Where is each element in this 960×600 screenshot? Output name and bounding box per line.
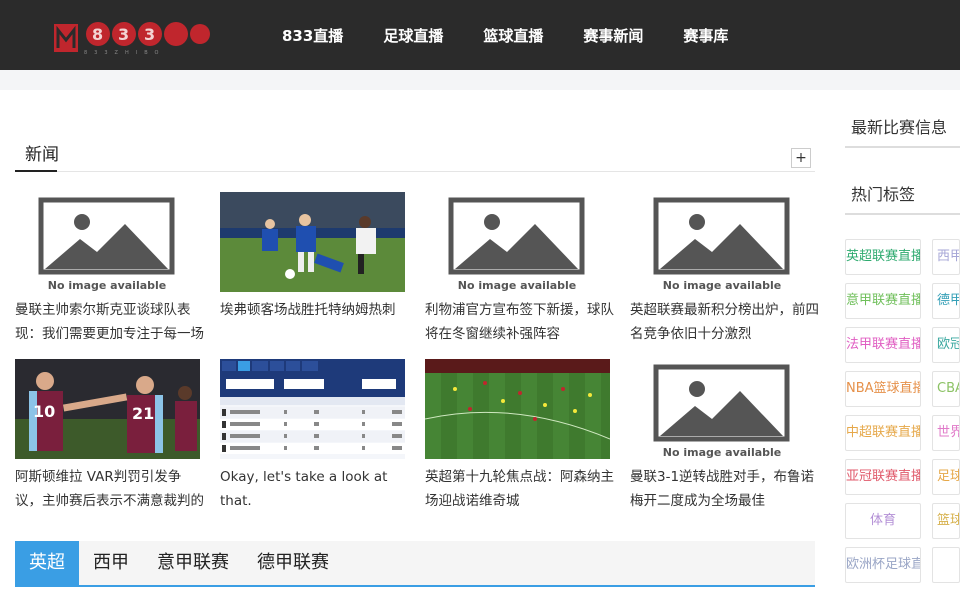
svg-text:833ZHIBO: 833ZHIBO (84, 50, 165, 56)
tab-premier-league[interactable]: 英超 (15, 541, 79, 585)
nav-home[interactable]: 833直播 (282, 25, 343, 46)
news-card[interactable]: No image available 英超联赛最新积分榜出炉，前四名竞争依旧十分激… (630, 192, 820, 346)
sidebar-latest-title: 最新比赛信息 (851, 118, 948, 137)
no-image-placeholder[interactable]: No image available (15, 192, 200, 292)
tab-la-liga[interactable]: 西甲 (79, 541, 143, 585)
news-card-title[interactable]: 曼联3-1逆转战胜对手，布鲁诺梅开二度成为全场最佳 (630, 465, 820, 513)
news-card-title[interactable]: 阿斯顿维拉 VAR判罚引发争议，主帅赛后表示不满意裁判的决定 (15, 465, 205, 513)
tab-bundesliga[interactable]: 德甲联赛 (243, 541, 343, 585)
sidebar-tag[interactable]: 西甲联赛直播 (932, 239, 960, 275)
sidebar-tag[interactable]: NBA篮球直播在线 (845, 371, 921, 407)
news-card-title[interactable]: 利物浦官方宣布签下新援，球队将在冬窗继续补强阵容 (425, 298, 615, 346)
news-card[interactable]: 埃弗顿客场战胜托特纳姆热刺 (220, 192, 410, 346)
header-strip (0, 70, 960, 90)
news-card[interactable]: 英超第十九轮焦点战：阿森纳主场迎战诺维奇城 (425, 359, 615, 513)
section-title: 新闻 (25, 145, 59, 165)
news-section-header: 新闻 + (15, 138, 815, 172)
tab-serie-a[interactable]: 意甲联赛 (143, 541, 243, 585)
svg-text:8: 8 (92, 25, 103, 44)
sidebar-tag[interactable]: 世界杯 (932, 415, 960, 451)
sidebar-tag[interactable]: 足球直播 (932, 459, 960, 495)
news-card-title[interactable]: 英超联赛最新积分榜出炉，前四名竞争依旧十分激烈 (630, 298, 820, 346)
news-card-title[interactable]: 曼联主帅索尔斯克亚谈球队表现：我们需要更加专注于每一场比赛的细节 (15, 298, 205, 346)
no-image-label: No image available (458, 279, 577, 292)
sidebar-tag[interactable]: 体育 (845, 503, 921, 539)
sidebar-tag[interactable]: 意甲联赛直播在线 (845, 283, 921, 319)
sidebar-tag[interactable]: CBA直播 (932, 371, 960, 407)
nav-event-library[interactable]: 赛事库 (683, 25, 728, 46)
section-title-underline (15, 170, 57, 172)
svg-text:10: 10 (33, 402, 55, 421)
sidebar-tag[interactable]: 亚冠联赛直播在线 (845, 459, 921, 495)
site-header: 8 3 3 833ZHIBO 833直播 足球直播 篮球直播 赛事新闻 赛事库 (0, 0, 960, 70)
no-image-placeholder[interactable]: No image available (630, 359, 815, 459)
sidebar-tag[interactable]: 欧冠直播 (932, 327, 960, 363)
sidebar-tags-title: 热门标签 (851, 185, 916, 204)
news-card-title[interactable]: 埃弗顿客场战胜托特纳姆热刺 (220, 298, 410, 346)
news-card[interactable]: 10 21 阿斯顿维拉 VAR判罚引发争议，主帅赛后表示不满意裁判的决定 (15, 359, 205, 513)
nav-football-live[interactable]: 足球直播 (383, 25, 443, 46)
news-thumbnail[interactable] (220, 359, 405, 459)
svg-text:3: 3 (144, 25, 155, 44)
news-thumbnail[interactable]: 10 21 (15, 359, 200, 459)
nav-news[interactable]: 赛事新闻 (583, 25, 643, 46)
sidebar-tag[interactable]: 篮球 (932, 503, 960, 539)
no-image-placeholder[interactable]: No image available (425, 192, 610, 292)
news-card[interactable]: No image available 利物浦官方宣布签下新援，球队将在冬窗继续补强… (425, 192, 615, 346)
no-image-placeholder[interactable]: No image available (630, 192, 815, 292)
site-logo[interactable]: 8 3 3 833ZHIBO (54, 18, 210, 56)
sidebar-latest-matches: 最新比赛信息 (845, 108, 960, 148)
news-card-title[interactable]: 英超第十九轮焦点战：阿森纳主场迎战诺维奇城 (425, 465, 615, 513)
no-image-label: No image available (663, 446, 782, 459)
news-card[interactable]: Okay, let's take a look at that. (220, 359, 410, 513)
sidebar-tag[interactable] (932, 547, 960, 583)
svg-text:21: 21 (132, 404, 154, 423)
sidebar-tag[interactable]: 法甲联赛直播 (845, 327, 921, 363)
news-thumbnail[interactable] (220, 192, 405, 292)
news-thumbnail[interactable] (425, 359, 610, 459)
sidebar-tag[interactable]: 英超联赛直播 (845, 239, 921, 275)
sidebar-tag[interactable]: 中超联赛直播在线 (845, 415, 921, 451)
nav-basketball-live[interactable]: 篮球直播 (483, 25, 543, 46)
league-tabs: 英超 西甲 意甲联赛 德甲联赛 (15, 541, 815, 587)
no-image-label: No image available (663, 279, 782, 292)
news-card[interactable]: No image available 曼联主帅索尔斯克亚谈球队表现：我们需要更加专… (15, 192, 205, 346)
more-button[interactable]: + (791, 148, 811, 168)
sidebar-hot-tags: 热门标签 (845, 175, 960, 215)
main-nav: 833直播 足球直播 篮球直播 赛事新闻 赛事库 (282, 0, 768, 70)
news-card[interactable]: No image available 曼联3-1逆转战胜对手，布鲁诺梅开二度成为全… (630, 359, 820, 513)
sidebar-tag[interactable]: 欧洲杯足球直播在线 (845, 547, 921, 583)
no-image-label: No image available (48, 279, 167, 292)
sidebar-tag[interactable]: 德甲联赛 (932, 283, 960, 319)
svg-text:3: 3 (118, 25, 129, 44)
news-card-title[interactable]: Okay, let's take a look at that. (220, 465, 410, 513)
